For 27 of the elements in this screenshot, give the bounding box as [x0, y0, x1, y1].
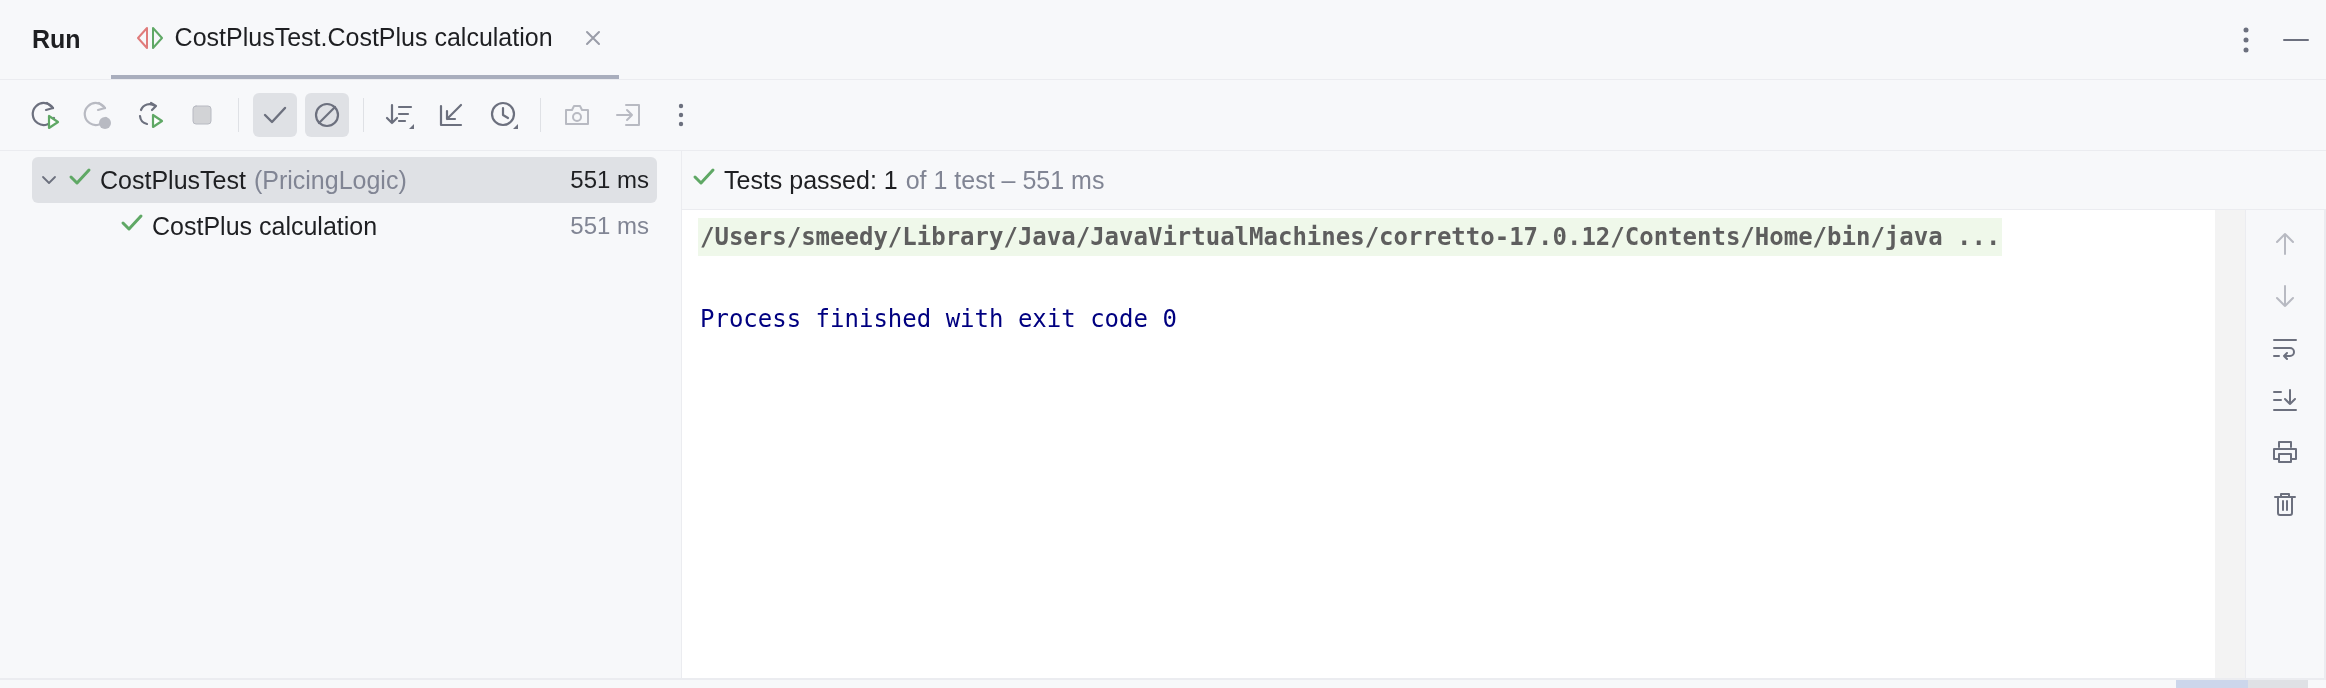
tree-row[interactable]: CostPlusTest (PricingLogic) 551 ms — [32, 157, 657, 203]
minimize-icon[interactable] — [2282, 37, 2310, 42]
rerun-icon — [31, 100, 61, 130]
tree-row[interactable]: CostPlus calculation 551 ms — [32, 203, 657, 249]
more-icon — [678, 103, 684, 127]
test-name: CostPlus calculation — [152, 211, 378, 241]
toolbar-button[interactable] — [305, 93, 349, 137]
test-duration: 551 ms — [570, 212, 649, 240]
console-line: Process finished with exit code 0 — [699, 304, 1178, 335]
printer-icon — [2271, 438, 2299, 466]
status-text: Tests passed: 1 — [724, 165, 898, 195]
tab[interactable]: CostPlusTest.CostPlus calculation — [110, 0, 619, 79]
scrollbar-thumb[interactable] — [2176, 680, 2248, 688]
test-name: CostPlusTest — [100, 165, 246, 195]
no-entry-icon — [312, 100, 342, 130]
rerun-icon — [83, 100, 113, 130]
more-icon[interactable] — [2242, 25, 2250, 54]
test-package: (PricingLogic) — [253, 165, 407, 195]
clock-icon — [489, 100, 519, 130]
close-icon[interactable] — [584, 30, 601, 46]
toolbar-button[interactable] — [253, 93, 297, 137]
panel-title: Run — [32, 25, 81, 54]
test-duration: 551 ms — [570, 166, 649, 194]
scroll-to-end-icon — [2271, 386, 2299, 414]
status-detail: of 1 test – 551 ms — [905, 165, 1105, 195]
test-diff-icon — [134, 24, 165, 51]
trash-icon — [2271, 490, 2299, 518]
